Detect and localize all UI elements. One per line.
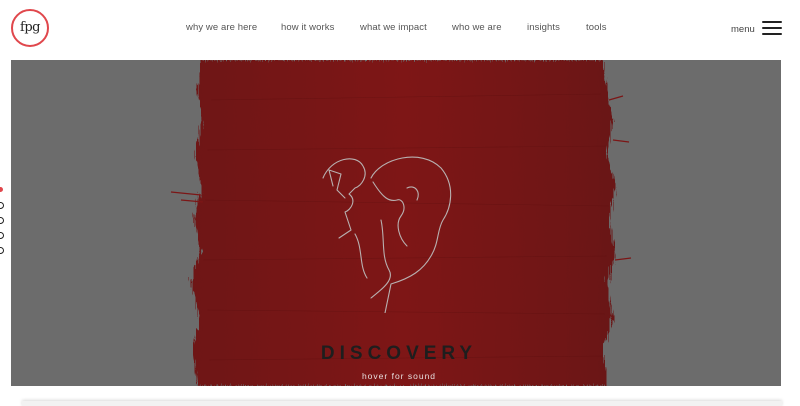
nav-how-it-works[interactable]: how it works [281, 22, 334, 33]
section-dots-nav [0, 187, 5, 257]
section-dot-1[interactable] [0, 187, 3, 192]
nav-what-we-impact[interactable]: what we impact [360, 22, 427, 33]
hover-for-sound-hint[interactable]: hover for sound [11, 371, 781, 381]
hamburger-icon[interactable] [762, 19, 782, 36]
line-art-head-icon [322, 156, 452, 313]
section-dot-3[interactable] [0, 217, 4, 224]
nav-why-we-are-here[interactable]: why we are here [186, 22, 257, 33]
section-dot-2[interactable] [0, 202, 4, 209]
hero-title: DISCOVERY [320, 343, 478, 364]
main-nav: why we are here how it works what we imp… [0, 22, 800, 36]
nav-tools[interactable]: tools [586, 22, 607, 33]
nav-insights[interactable]: insights [527, 22, 560, 33]
nav-who-we-are[interactable]: who we are [452, 22, 502, 33]
next-section-edge [22, 401, 782, 406]
section-dot-4[interactable] [0, 232, 4, 239]
menu-label[interactable]: menu [731, 24, 755, 35]
site-header: fpg why we are here how it works what we… [0, 0, 800, 58]
hero-section[interactable]: DISCOVERY hover for sound [11, 60, 781, 386]
section-dot-5[interactable] [0, 247, 4, 254]
